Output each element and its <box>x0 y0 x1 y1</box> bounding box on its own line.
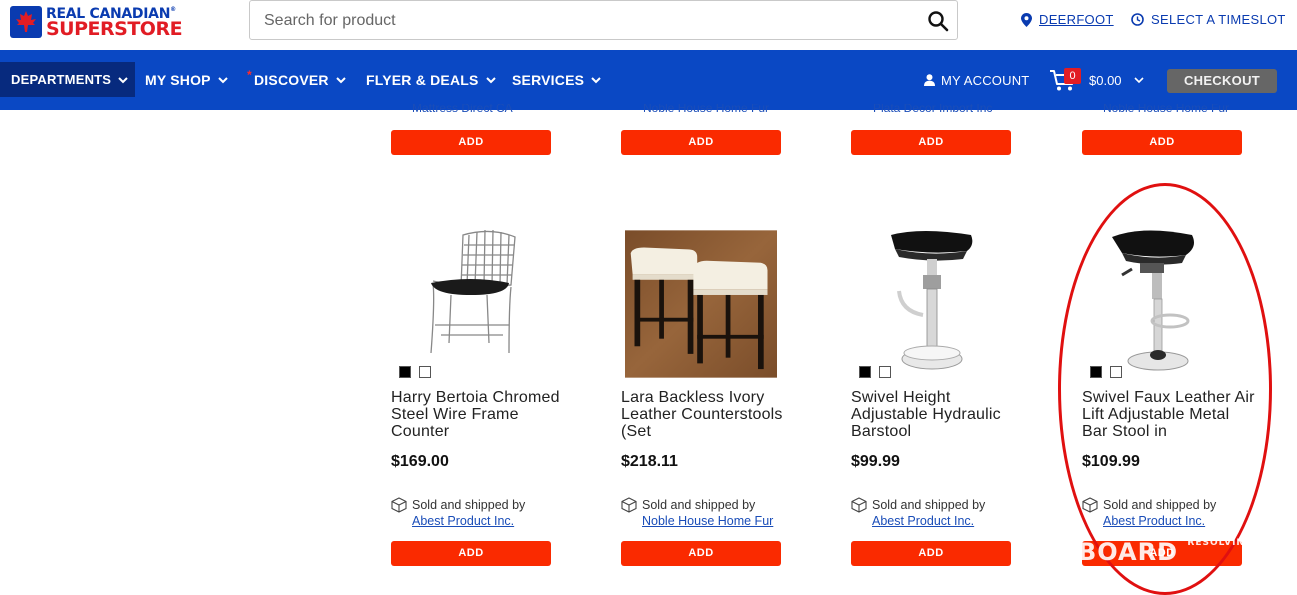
checkout-button[interactable]: CHECKOUT <box>1167 69 1277 93</box>
color-swatches <box>859 366 891 378</box>
product-title[interactable]: Harry Bertoia Chromed Steel Wire Frame C… <box>391 389 566 440</box>
main-nav-bar: DEPARTMENTS MY SHOP * DISCOVER FLYER & D… <box>0 50 1297 110</box>
logo-line-2: SUPERSTORE <box>46 18 183 40</box>
cart-total-amount: $0.00 <box>1089 72 1122 88</box>
add-to-cart-button[interactable]: ADD <box>851 541 1011 566</box>
product-price: $218.11 <box>621 453 678 470</box>
product-image-swivel-barstool[interactable] <box>851 225 1011 380</box>
product-card: Harry Bertoia Chromed Steel Wire Frame C… <box>391 225 571 565</box>
chevron-down-icon <box>336 77 346 84</box>
add-to-cart-button[interactable]: ADD <box>391 541 551 566</box>
chevron-down-icon <box>591 77 601 84</box>
sold-by-info: Sold and shipped by Abest Product Inc. <box>851 497 1031 528</box>
maple-leaf-logo-icon <box>10 6 42 38</box>
sold-by-info: Sold and shipped by Abest Product Inc. <box>391 497 571 528</box>
add-to-cart-button[interactable]: ADD <box>851 130 1011 155</box>
cart-total-dropdown[interactable]: $0.00 <box>1089 50 1144 110</box>
seller-link[interactable]: Noble House Home Fur <box>642 514 801 528</box>
clock-icon <box>1131 13 1144 26</box>
product-card: Lara Backless Ivory Leather Counterstool… <box>621 225 801 565</box>
swatch-white[interactable] <box>419 366 431 378</box>
nav-services[interactable]: SERVICES <box>512 50 601 110</box>
add-to-cart-button[interactable]: ADD <box>391 130 551 155</box>
prev-row-seller-link[interactable]: Plata Decor Import Inc <box>873 104 992 112</box>
search-icon[interactable] <box>927 10 949 32</box>
top-bar: REAL CANADIAN® SUPERSTORE DEERFOOT SELEC… <box>0 0 1297 50</box>
swatch-black[interactable] <box>399 366 411 378</box>
nav-departments-label: DEPARTMENTS <box>11 72 112 87</box>
store-location-label: DEERFOOT <box>1039 12 1114 27</box>
nav-my-shop-label: MY SHOP <box>145 72 211 88</box>
chevron-down-icon <box>485 77 496 84</box>
package-box-icon <box>851 497 867 513</box>
cart-count-badge: 0 <box>1064 68 1081 84</box>
search-box <box>249 0 958 40</box>
product-image-wire-stool[interactable] <box>391 225 551 380</box>
nav-discover[interactable]: * DISCOVER <box>247 50 346 110</box>
product-title[interactable]: Lara Backless Ivory Leather Counterstool… <box>621 389 796 440</box>
nav-my-shop[interactable]: MY SHOP <box>145 50 228 110</box>
product-price: $169.00 <box>391 453 449 470</box>
product-title[interactable]: Swivel Height Adjustable Hydraulic Barst… <box>851 389 1026 440</box>
sold-by-label: Sold and shipped by <box>412 498 526 512</box>
chevron-down-icon <box>218 77 228 84</box>
add-to-cart-button[interactable]: ADD <box>1082 130 1242 155</box>
package-box-icon <box>391 497 407 513</box>
package-box-icon <box>621 497 637 513</box>
location-pin-icon <box>1021 12 1032 27</box>
search-input[interactable] <box>264 11 904 31</box>
product-image-ivory-counterstools[interactable] <box>625 228 777 380</box>
swatch-black[interactable] <box>859 366 871 378</box>
sold-by-label: Sold and shipped by <box>642 498 756 512</box>
chevron-down-icon <box>118 76 128 83</box>
seller-link[interactable]: Abest Product Inc. <box>872 514 1031 528</box>
product-price: $99.99 <box>851 453 900 470</box>
my-account-label: MY ACCOUNT <box>941 72 1030 88</box>
user-icon <box>924 74 935 86</box>
sold-by-info: Sold and shipped by Noble House Home Fur <box>621 497 801 528</box>
prev-row-seller-link[interactable]: Noble House Home Fur <box>643 104 769 112</box>
color-swatches <box>399 366 431 378</box>
prev-row-seller-link[interactable]: Mattress Direct CA <box>412 104 513 112</box>
my-account-link[interactable]: MY ACCOUNT <box>924 50 1029 110</box>
annotation-highlight-ellipse <box>1058 183 1272 595</box>
new-marker: * <box>247 68 252 82</box>
store-logo[interactable]: REAL CANADIAN® SUPERSTORE <box>10 4 190 40</box>
chevron-down-icon <box>1133 77 1144 84</box>
nav-flyer-deals[interactable]: FLYER & DEALS <box>366 50 496 110</box>
nav-departments[interactable]: DEPARTMENTS <box>0 62 135 97</box>
swatch-white[interactable] <box>879 366 891 378</box>
nav-services-label: SERVICES <box>512 72 585 88</box>
store-location-link[interactable]: DEERFOOT <box>1021 12 1114 27</box>
add-to-cart-button[interactable]: ADD <box>621 541 781 566</box>
seller-link[interactable]: Abest Product Inc. <box>412 514 571 528</box>
watermark: BOARD RESOLVING SINCE 2004 <box>1078 538 1293 576</box>
nav-discover-label: DISCOVER <box>254 72 329 88</box>
select-timeslot-link[interactable]: SELECT A TIMESLOT <box>1131 12 1286 27</box>
product-card: Swivel Height Adjustable Hydraulic Barst… <box>851 225 1031 565</box>
timeslot-label: SELECT A TIMESLOT <box>1151 12 1286 27</box>
add-to-cart-button[interactable]: ADD <box>621 130 781 155</box>
prev-row-seller-link[interactable]: Noble House Home Fur <box>1103 104 1229 112</box>
nav-flyer-deals-label: FLYER & DEALS <box>366 72 479 88</box>
sold-by-label: Sold and shipped by <box>872 498 986 512</box>
